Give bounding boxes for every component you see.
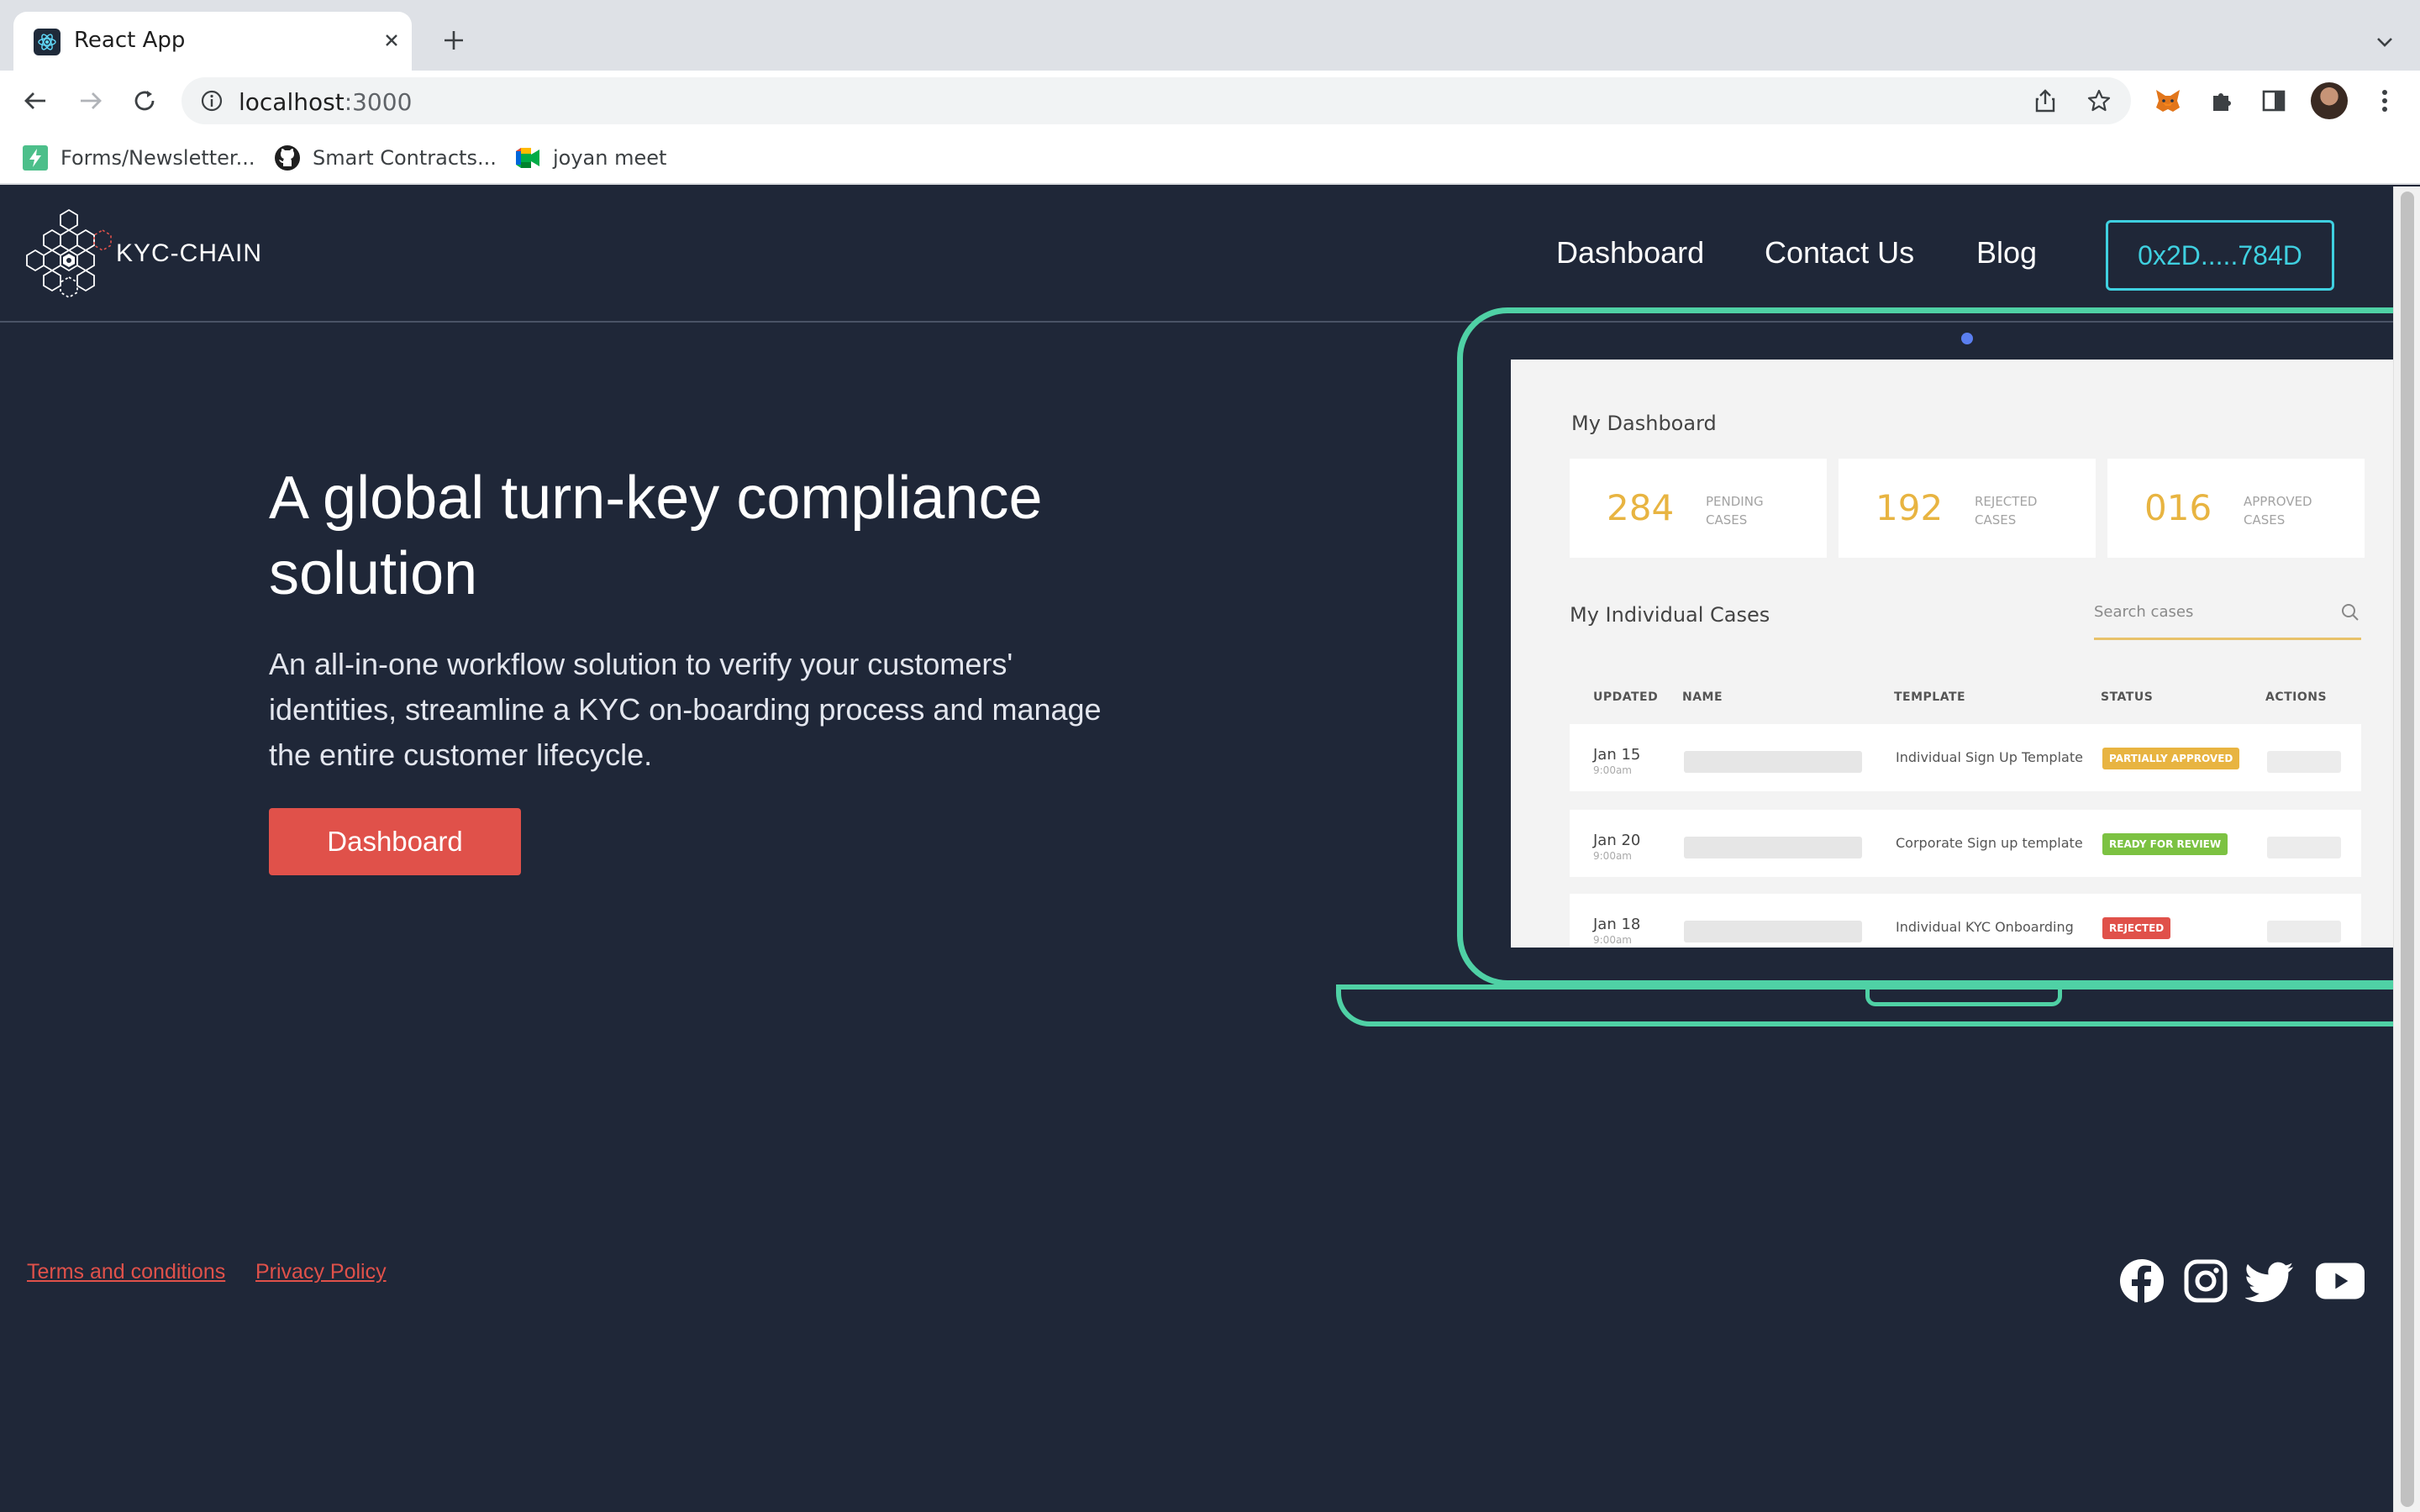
chevron-down-icon[interactable] [2368,25,2402,59]
reload-icon[interactable] [128,84,161,118]
page-scrollbar[interactable] [2393,186,2420,1512]
bookmark-joyan-meet[interactable]: joyan meet [514,143,666,173]
nav-link-blog[interactable]: Blog [1976,235,2037,270]
stat-card-approved: 016 Approved cases [2107,459,2365,558]
browser-tab-bar: React App [0,0,2420,71]
status-badge: REJECTED [2102,917,2171,939]
app-page: KYC-CHAIN Dashboard Contact Us Blog 0x2D… [0,186,2393,1512]
browser-tab[interactable]: React App [13,12,412,71]
row-actions-placeholder [2267,837,2341,858]
row-date: Jan 15 [1593,746,1641,764]
table-row: Jan 20 9:00am Corporate Sign up template… [1570,810,2361,877]
row-template: Individual KYC Onboarding [1896,919,2074,935]
privacy-policy-link[interactable]: Privacy Policy [255,1260,387,1284]
stat-label: Pending cases [1706,494,1764,528]
forward-arrow-icon[interactable] [74,84,108,118]
site-navbar: KYC-CHAIN Dashboard Contact Us Blog 0x2D… [0,186,2393,323]
scrollbar-thumb[interactable] [2401,192,2414,1507]
bookmark-smart-contracts[interactable]: Smart Contracts... [274,143,497,173]
laptop-camera [1961,333,1973,344]
row-date: Jan 20 [1593,832,1641,849]
new-tab-plus-icon[interactable] [437,24,471,57]
bookmark-star-icon[interactable] [2084,86,2114,116]
stat-value: 192 [1876,487,1944,528]
stat-value: 016 [2144,487,2212,528]
stat-label: Approved cases [2244,494,2312,528]
row-name-placeholder [1684,751,1862,773]
logo-text: KYC-CHAIN [116,239,263,267]
column-header: TEMPLATE [1894,690,1966,704]
tab-close-icon[interactable] [378,27,405,54]
hero-title: A global turn-key compliance solution [269,465,1043,607]
kyc-chain-logo[interactable]: KYC-CHAIN [25,207,262,301]
share-icon[interactable] [2030,86,2060,116]
profile-avatar[interactable] [2311,82,2348,119]
column-header: STATUS [2101,690,2154,704]
table-row: Jan 15 9:00am Individual Sign Up Templat… [1570,724,2361,791]
extensions-puzzle-icon[interactable] [2205,84,2238,118]
status-badge: READY FOR REVIEW [2102,833,2228,855]
row-name-placeholder [1684,837,1862,858]
bookmark-label: Forms/Newsletter... [60,146,255,170]
bolt-icon [22,144,49,171]
status-badge: PARTIALLY APPROVED [2102,748,2240,769]
mockup-cases-title: My Individual Cases [1570,603,1770,627]
google-meet-icon [514,144,541,171]
row-actions-placeholder [2267,751,2341,773]
laptop-base [1336,984,2393,1026]
column-header: NAME [1682,690,1723,704]
dashboard-mockup-screen: My Dashboard 284 Pending cases 192 Rejec… [1511,360,2393,948]
stat-value: 284 [1607,487,1675,528]
bookmark-label: Smart Contracts... [313,146,497,170]
twitter-icon[interactable] [2245,1258,2294,1307]
address-bar[interactable]: localhost:3000 [182,77,2131,124]
url-port: :3000 [344,88,413,116]
bookmarks-bar: Forms/Newsletter... Smart Contracts... j… [0,131,2420,185]
table-row: Jan 18 9:00am Individual KYC Onboarding … [1570,894,2361,948]
row-template: Individual Sign Up Template [1896,749,2083,765]
column-header: UPDATED [1593,690,1659,704]
browser-toolbar: localhost:3000 [0,71,2420,131]
row-time: 9:00am [1593,764,1632,776]
url-text: localhost:3000 [239,88,412,116]
nav-link-dashboard[interactable]: Dashboard [1556,235,1704,270]
facebook-icon[interactable] [2118,1257,2166,1305]
tab-title: React App [74,28,186,53]
row-date: Jan 18 [1593,916,1641,933]
instagram-icon[interactable] [2181,1257,2230,1305]
row-name-placeholder [1684,921,1862,942]
youtube-icon[interactable] [2316,1257,2365,1305]
nav-link-contact-us[interactable]: Contact Us [1765,235,1914,270]
side-panel-icon[interactable] [2257,84,2291,118]
laptop-notch [1865,984,2062,1006]
search-placeholder: Search cases [2094,603,2194,621]
mockup-search-input: Search cases [2094,598,2361,640]
site-info-icon[interactable] [200,89,224,113]
url-host: localhost [239,88,345,116]
github-icon [274,144,301,171]
row-template: Corporate Sign up template [1896,835,2083,851]
more-options-icon[interactable] [2368,84,2402,118]
back-arrow-icon[interactable] [18,84,52,118]
row-actions-placeholder [2267,921,2341,942]
row-time: 9:00am [1593,850,1632,862]
mockup-dashboard-title: My Dashboard [1571,412,1717,435]
bookmark-forms[interactable]: Forms/Newsletter... [22,143,255,173]
stat-card-rejected: 192 Rejected cases [1839,459,2096,558]
hero-dashboard-button[interactable]: Dashboard [269,808,521,875]
metamask-fox-icon[interactable] [2151,84,2185,118]
bookmark-label: joyan meet [553,146,667,170]
wallet-address-button[interactable]: 0x2D.....784D [2106,220,2334,291]
hero-description: An all-in-one workflow solution to verif… [269,647,1102,772]
column-header: ACTIONS [2265,690,2328,704]
row-time: 9:00am [1593,934,1632,946]
react-favicon-icon [34,29,60,55]
stat-label: Rejected cases [1975,494,2038,528]
hexagon-logo-icon [26,208,112,299]
stat-card-pending: 284 Pending cases [1570,459,1827,558]
terms-link[interactable]: Terms and conditions [27,1260,225,1284]
search-icon [2341,603,2361,623]
